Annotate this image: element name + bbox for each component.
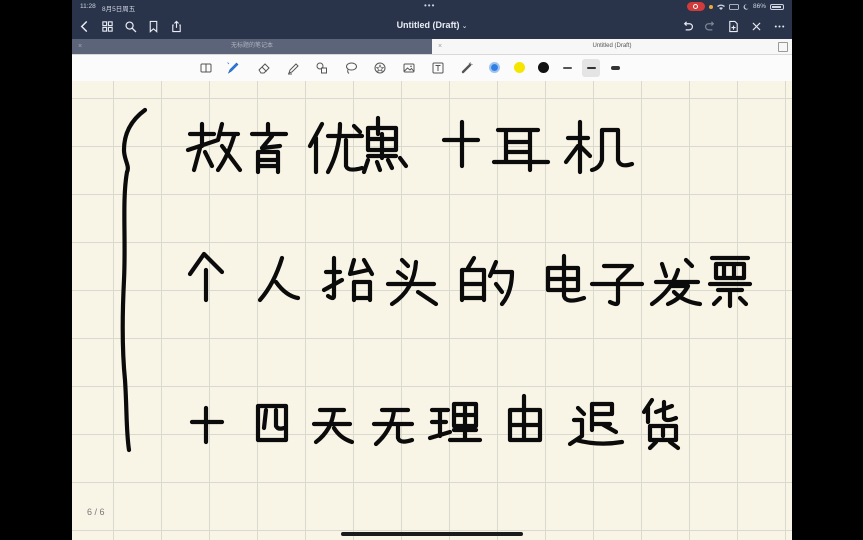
home-indicator[interactable] [341,532,523,536]
ink-line-3 [189,393,681,451]
ipad-screen: 11:28 8月5日周五 ••• 86% Untitled (Draft) ⌄ … [72,0,792,540]
bracket-stroke [120,107,148,453]
ink-line-2 [187,251,753,309]
handwriting-layer [120,107,753,453]
ink-line-1 [185,115,635,175]
page-number: 6 / 6 [87,507,105,517]
